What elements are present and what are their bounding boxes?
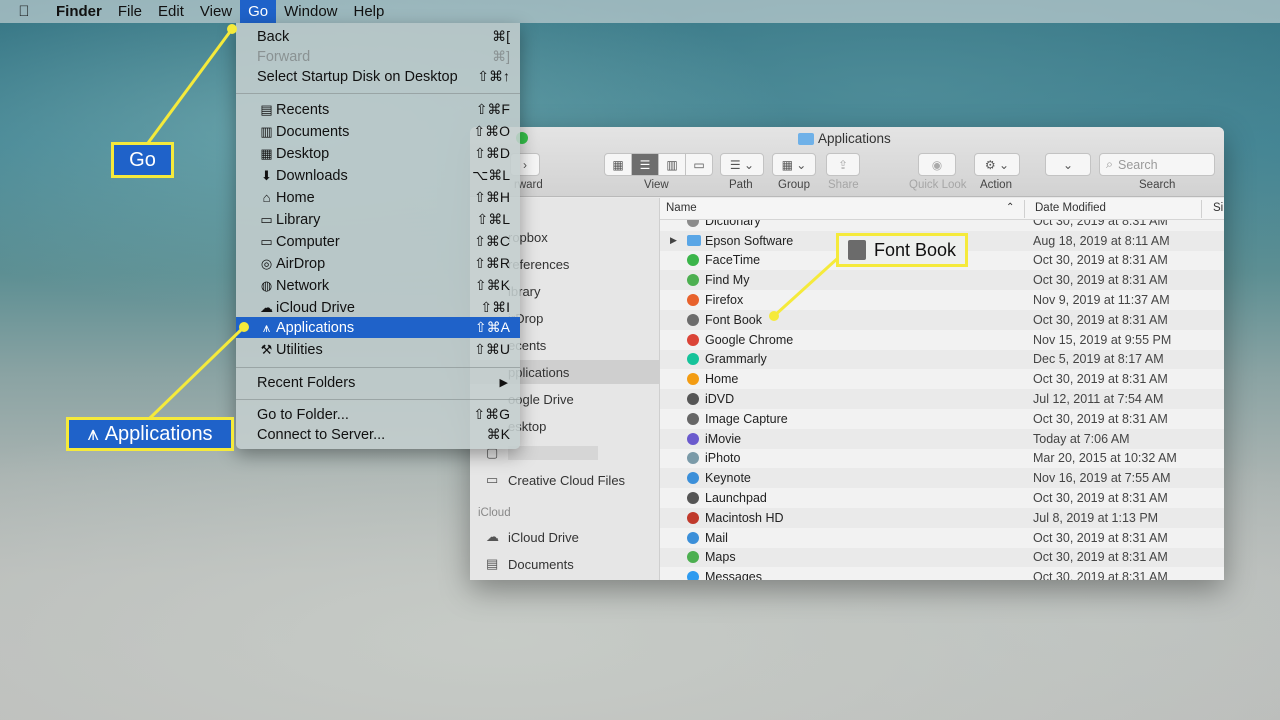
callout-leader-lines [146,24,840,420]
applications-icon: ⩚ [87,422,99,445]
callout-go: Go [111,142,174,178]
callout-font-book: Font Book [836,233,968,267]
font-book-icon [847,240,866,260]
callout-applications: ⩚ Applications [66,417,234,451]
